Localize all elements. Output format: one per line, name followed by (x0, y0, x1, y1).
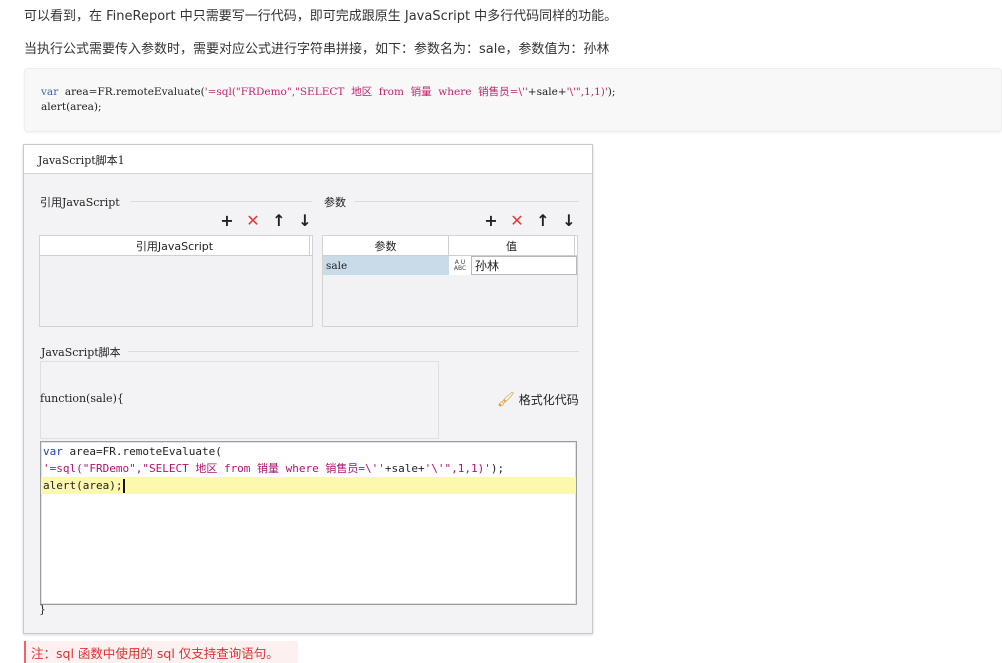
move-up-icon[interactable]: ↑ (271, 211, 287, 230)
format-code-button[interactable]: 🖌 格式化代码 (497, 391, 579, 408)
code-string: '=sql("FRDemo","SELECT 地区 from 销量 where … (43, 462, 385, 475)
param-table-header: 参数 值 (323, 236, 577, 256)
section-divider (130, 201, 312, 202)
param-name-column-header[interactable]: 参数 (323, 236, 449, 255)
ref-js-toolbar: + ✕ ↑ ↓ (219, 211, 313, 230)
code-string: '=sql("FRDemo","SELECT 地区 from 销量 where … (204, 86, 528, 98)
code-text: ); (490, 462, 505, 475)
function-signature: function(sale){ (40, 392, 124, 405)
param-section-title: 参数 (324, 196, 346, 209)
javascript-code-editor[interactable]: var area=FR.remoteEvaluate( '=sql("FRDem… (40, 441, 577, 605)
ref-js-table-header: 引用JavaScript (40, 236, 312, 256)
code-text: ); (607, 86, 616, 98)
move-up-icon[interactable]: ↑ (535, 211, 551, 230)
delete-icon[interactable]: ✕ (509, 211, 525, 230)
note-callout: 注：sql 函数中使用的 sql 仅支持查询语句。 (24, 641, 298, 663)
code-text: alert (43, 479, 77, 492)
brush-icon: 🖌 (497, 391, 515, 408)
delete-icon[interactable]: ✕ (245, 211, 261, 230)
tab-javascript-script-1[interactable]: JavaScript脚本1 (24, 145, 592, 174)
param-toolbar: + ✕ ↑ ↓ (483, 211, 577, 230)
code-text: alert(area); (41, 101, 102, 113)
param-value-column-header[interactable]: 值 (449, 236, 575, 255)
code-text: area=FR.remoteEvaluate( (62, 445, 222, 458)
param-name-cell[interactable]: sale (323, 256, 449, 275)
script-section-title: JavaScript脚本 (41, 346, 121, 359)
ref-js-table[interactable]: 引用JavaScript (39, 235, 313, 327)
type-glyph-bottom: ABC (453, 264, 467, 272)
editor-line: '=sql("FRDemo","SELECT 地区 from 销量 where … (41, 460, 576, 477)
code-text: +sale+ (527, 86, 567, 98)
param-table[interactable]: 参数 值 sale A U ABC 孙林 (322, 235, 578, 327)
add-icon[interactable]: + (219, 211, 235, 230)
move-down-icon[interactable]: ↓ (561, 211, 577, 230)
article-paragraph-1: 可以看到，在 FineReport 中只需要写一行代码，即可完成跟原生 Java… (24, 9, 618, 24)
text-caret (123, 479, 126, 493)
param-value-input[interactable]: 孙林 (471, 256, 577, 275)
function-close-brace: } (39, 603, 46, 616)
code-string: '\'",1,1)' (424, 462, 491, 475)
editor-line-current: alert(area); (41, 477, 576, 494)
article-paragraph-2: 当执行公式需要传入参数时，需要对应公式进行字符串拼接，如下：参数名为：sale，… (24, 42, 610, 57)
code-snippet-block: var area=FR.remoteEvaluate('=sql("FRDemo… (24, 68, 1002, 132)
format-code-label: 格式化代码 (518, 393, 579, 407)
code-string: '\'",1,1)' (566, 86, 608, 98)
add-icon[interactable]: + (483, 211, 499, 230)
editor-line: var area=FR.remoteEvaluate( (41, 443, 576, 460)
tab-label: JavaScript脚本1 (38, 154, 125, 167)
ref-js-section-title: 引用JavaScript (40, 196, 120, 209)
value-type-selector-icon[interactable]: A U ABC (449, 256, 471, 275)
code-keyword: var (43, 445, 63, 458)
code-text: +sale+ (384, 462, 425, 475)
code-text: (area); (76, 479, 123, 492)
move-down-icon[interactable]: ↓ (297, 211, 313, 230)
javascript-dialog: JavaScript脚本1 引用JavaScript + ✕ ↑ ↓ 引用Jav… (23, 144, 593, 634)
ref-js-column-header[interactable]: 引用JavaScript (40, 236, 310, 255)
section-divider (354, 201, 579, 202)
code-text: area=FR.remoteEvaluate( (58, 86, 205, 98)
section-divider (128, 351, 579, 352)
code-keyword: var (41, 86, 59, 98)
table-row[interactable]: sale A U ABC 孙林 (323, 256, 577, 275)
